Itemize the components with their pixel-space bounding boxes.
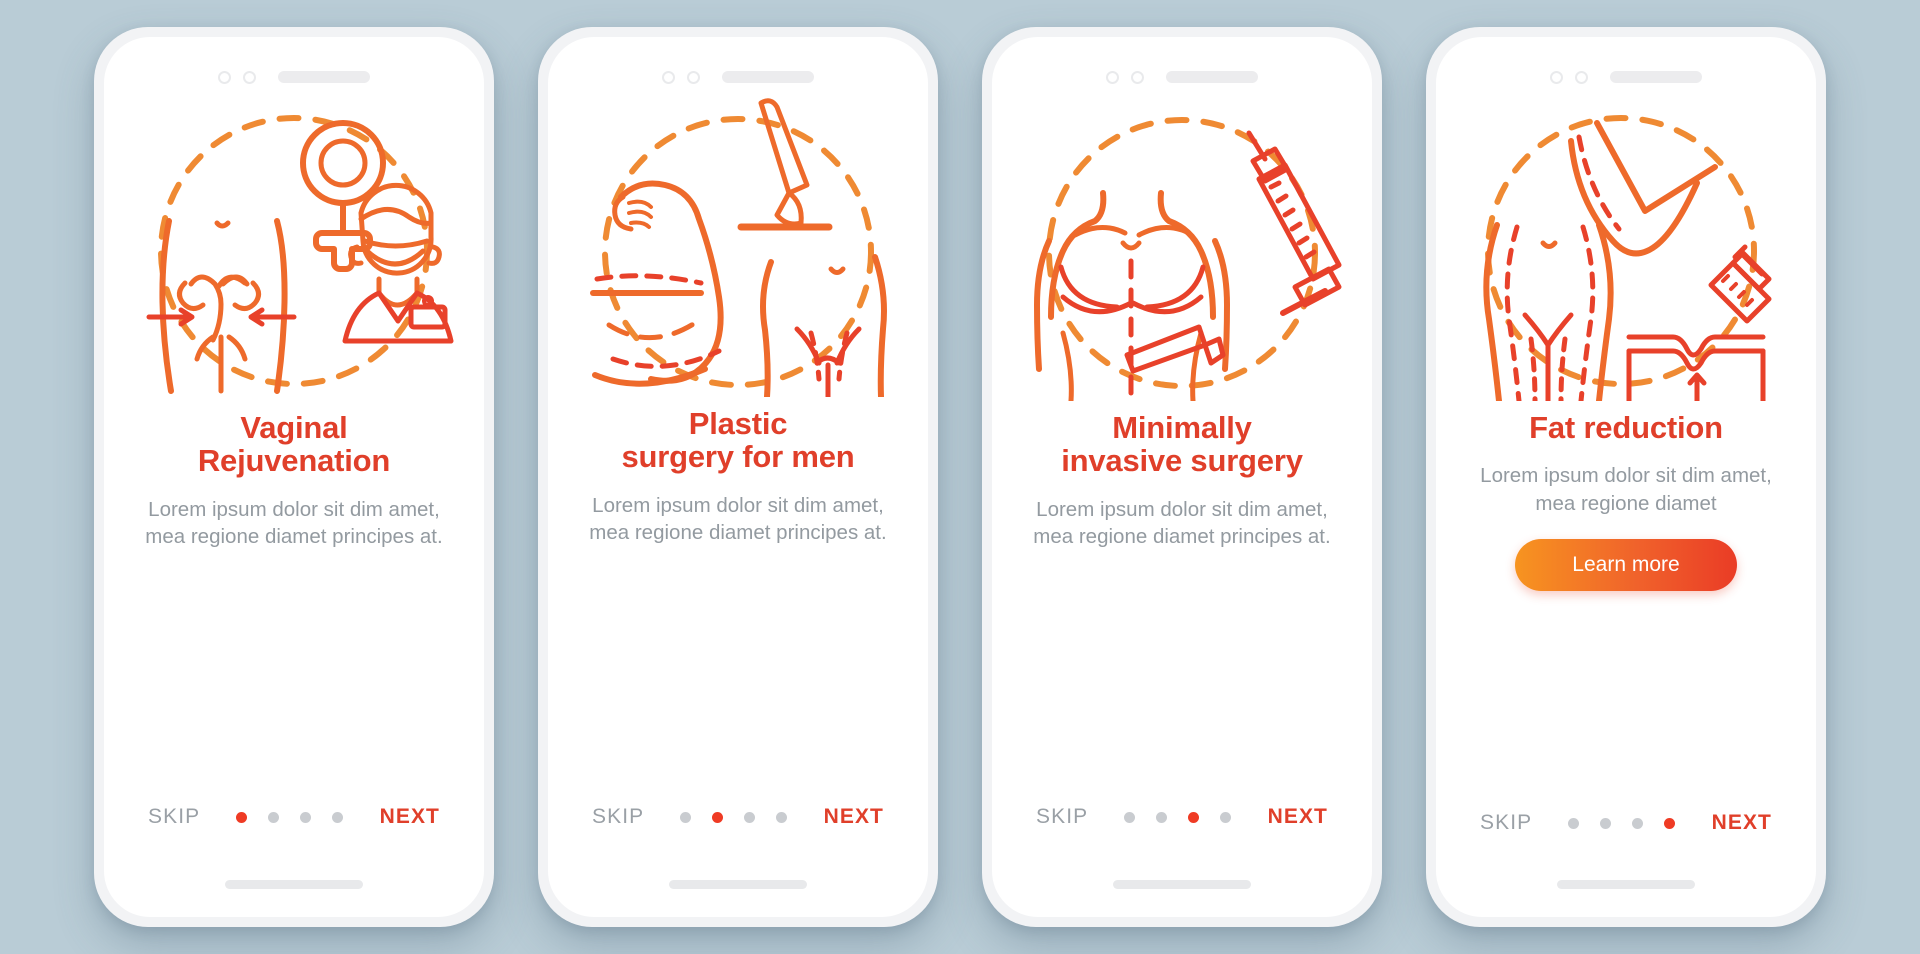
phone-notch-bar xyxy=(104,37,484,95)
screen-description: Lorem ipsum dolor sit dim amet, mea regi… xyxy=(1033,497,1331,549)
phone-mockup-3: Minimally invasive surgery Lorem ipsum d… xyxy=(982,27,1382,927)
phone-mockup-row: Vaginal Rejuvenation Lorem ipsum dolor s… xyxy=(0,0,1920,954)
pagination-dot-2[interactable] xyxy=(1600,817,1612,829)
pagination-dot-4[interactable] xyxy=(1220,811,1232,823)
speaker-grill-icon xyxy=(278,71,370,83)
phone-mockup-4: Fat reduction Lorem ipsum dolor sit dim … xyxy=(1426,27,1826,927)
home-indicator xyxy=(1557,880,1695,889)
camera-icon xyxy=(1106,70,1119,84)
pagination-dot-3[interactable] xyxy=(1632,817,1644,829)
screen-title: Plastic surgery for men xyxy=(621,406,855,475)
next-button[interactable]: NEXT xyxy=(380,805,440,829)
pagination-dot-2[interactable] xyxy=(712,811,724,823)
pagination-dot-2[interactable] xyxy=(268,811,280,823)
illustration-female-symbol-uterus-doctor-icon xyxy=(129,101,459,401)
pagination-dots xyxy=(1568,817,1676,829)
pagination-dot-1[interactable] xyxy=(1568,817,1580,829)
phone-mockup-2: Plastic surgery for men Lorem ipsum dolo… xyxy=(538,27,938,927)
onboarding-screens-stage: Vaginal Rejuvenation Lorem ipsum dolor s… xyxy=(0,0,1920,954)
onboarding-screen-plastic-surgery-for-men: Plastic surgery for men Lorem ipsum dolo… xyxy=(548,37,928,917)
next-button[interactable]: NEXT xyxy=(824,805,884,829)
screen-description: Lorem ipsum dolor sit dim amet, mea regi… xyxy=(589,493,887,545)
learn-more-button[interactable]: Learn more xyxy=(1515,538,1737,591)
phone-notch-bar xyxy=(548,37,928,95)
illustration-flexing-arm-scalpel-torso-icon xyxy=(573,97,903,397)
pagination-dots xyxy=(1124,811,1232,823)
sensor-icon xyxy=(687,70,700,84)
pagination-dot-1[interactable] xyxy=(680,811,692,823)
onboarding-nav: SKIP NEXT xyxy=(1436,811,1816,835)
pagination-dot-3[interactable] xyxy=(1188,811,1200,823)
screen-description: Lorem ipsum dolor sit dim amet, mea regi… xyxy=(145,497,443,549)
illustration-body-contour-syringe-skin-icon xyxy=(1461,101,1791,401)
pagination-dot-2[interactable] xyxy=(1156,811,1168,823)
illustration-male-torso-syringe-scalpel-icon xyxy=(1017,101,1347,401)
screen-description: Lorem ipsum dolor sit dim amet, mea regi… xyxy=(1480,464,1772,515)
text-block: Vaginal Rejuvenation Lorem ipsum dolor s… xyxy=(104,411,484,550)
sensor-icon xyxy=(1575,70,1588,84)
next-button[interactable]: NEXT xyxy=(1712,811,1772,835)
phone-notch-bar xyxy=(992,37,1372,95)
home-indicator xyxy=(225,880,363,889)
text-block: Fat reduction Lorem ipsum dolor sit dim … xyxy=(1436,411,1816,591)
phone-mockup-1: Vaginal Rejuvenation Lorem ipsum dolor s… xyxy=(94,27,494,927)
camera-icon xyxy=(1550,70,1563,84)
pagination-dot-4[interactable] xyxy=(332,811,344,823)
phone-notch-bar xyxy=(1436,37,1816,95)
camera-icon xyxy=(218,70,231,84)
pagination-dot-3[interactable] xyxy=(300,811,312,823)
pagination-dot-3[interactable] xyxy=(744,811,756,823)
onboarding-nav: SKIP NEXT xyxy=(104,805,484,829)
screen-title: Minimally invasive surgery xyxy=(1061,410,1303,479)
text-block: Plastic surgery for men Lorem ipsum dolo… xyxy=(548,407,928,546)
onboarding-nav: SKIP NEXT xyxy=(992,805,1372,829)
speaker-grill-icon xyxy=(1610,71,1702,83)
pagination-dots xyxy=(680,811,788,823)
skip-button[interactable]: SKIP xyxy=(1480,811,1532,835)
home-indicator xyxy=(1113,880,1251,889)
text-block: Minimally invasive surgery Lorem ipsum d… xyxy=(992,411,1372,550)
pagination-dot-4[interactable] xyxy=(1664,817,1676,829)
home-indicator xyxy=(669,880,807,889)
pagination-dot-4[interactable] xyxy=(776,811,788,823)
next-button[interactable]: NEXT xyxy=(1268,805,1328,829)
onboarding-nav: SKIP NEXT xyxy=(548,805,928,829)
skip-button[interactable]: SKIP xyxy=(592,805,644,829)
pagination-dot-1[interactable] xyxy=(236,811,248,823)
screen-title: Vaginal Rejuvenation xyxy=(197,410,391,479)
sensor-icon xyxy=(243,70,256,84)
speaker-grill-icon xyxy=(1166,71,1258,83)
onboarding-screen-fat-reduction: Fat reduction Lorem ipsum dolor sit dim … xyxy=(1436,37,1816,917)
onboarding-screen-minimally-invasive-surgery: Minimally invasive surgery Lorem ipsum d… xyxy=(992,37,1372,917)
pagination-dot-1[interactable] xyxy=(1124,811,1136,823)
skip-button[interactable]: SKIP xyxy=(1036,805,1088,829)
skip-button[interactable]: SKIP xyxy=(148,805,200,829)
sensor-icon xyxy=(1131,70,1144,84)
camera-icon xyxy=(662,70,675,84)
screen-title: Fat reduction xyxy=(1529,410,1723,445)
speaker-grill-icon xyxy=(722,71,814,83)
onboarding-screen-vaginal-rejuvenation: Vaginal Rejuvenation Lorem ipsum dolor s… xyxy=(104,37,484,917)
pagination-dots xyxy=(236,811,344,823)
